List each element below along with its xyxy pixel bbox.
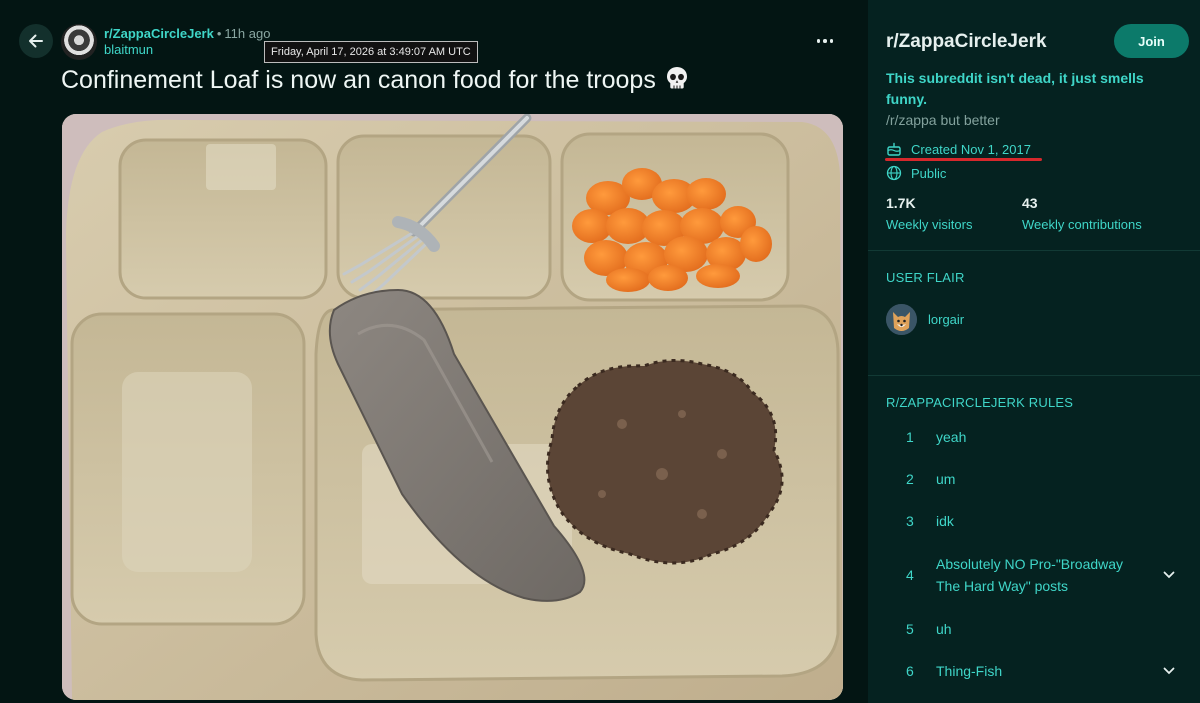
- rule-item[interactable]: 5 uh: [868, 618, 1200, 640]
- sidebar-subreddit-name[interactable]: r/ZappaCircleJerk: [886, 31, 1047, 53]
- user-flair-heading: USER FLAIR: [886, 270, 965, 285]
- rule-text: Absolutely NO Pro-"Broadway The Hard Way…: [936, 556, 1124, 594]
- cake-icon: [886, 141, 902, 157]
- subreddit-sidebar: r/ZappaCircleJerk Join This subreddit is…: [868, 0, 1200, 703]
- post-title-text: Confinement Loaf is now an canon food fo…: [61, 66, 656, 94]
- sidebar-divider: [868, 375, 1200, 376]
- rule-number: 4: [906, 567, 914, 583]
- food-tray-image: [62, 114, 843, 700]
- rule-text: idk: [936, 513, 954, 529]
- visibility-label: Public: [911, 165, 947, 181]
- post-column: r/ZappaCircleJerk • 11h ago blaitmun Frida…: [0, 0, 868, 703]
- stat-label: Weekly visitors: [886, 217, 973, 232]
- chevron-down-icon[interactable]: [1162, 664, 1176, 678]
- more-dot: [829, 39, 834, 43]
- annotation-underline: [885, 158, 1042, 161]
- rule-number: 2: [906, 471, 914, 487]
- rule-text: uh: [936, 621, 952, 637]
- rule-number: 3: [906, 513, 914, 529]
- post-meta: r/ZappaCircleJerk • 11h ago blaitmun: [104, 26, 270, 58]
- post-time[interactable]: 11h ago: [224, 26, 270, 41]
- rule-number: 1: [906, 429, 914, 445]
- meta-separator: •: [216, 26, 222, 41]
- globe-icon: [886, 165, 902, 181]
- stat-weekly-visitors: 1.7K Weekly visitors: [886, 195, 972, 232]
- back-button[interactable]: [19, 24, 53, 58]
- rule-text: Thing-Fish: [936, 663, 1003, 679]
- skull-icon: [664, 65, 690, 100]
- rule-item[interactable]: 2 um: [868, 468, 1200, 490]
- stat-weekly-contributions: 43 Weekly contributions: [1022, 195, 1142, 232]
- rule-item[interactable]: 3 idk: [868, 510, 1200, 532]
- stat-label: Weekly contributions: [1022, 217, 1142, 232]
- post-image[interactable]: [62, 114, 843, 700]
- join-button[interactable]: Join: [1114, 24, 1189, 58]
- rules-heading: R/ZAPPACIRCLEJERK RULES: [886, 395, 1074, 410]
- chevron-down-icon[interactable]: [1162, 568, 1176, 582]
- visibility-row: Public: [886, 165, 946, 181]
- created-date-row: Created Nov 1, 2017: [886, 141, 1031, 157]
- rule-item[interactable]: 1 yeah: [868, 426, 1200, 448]
- post-title: Confinement Loaf is now an canon food fo…: [61, 63, 690, 100]
- more-dot: [823, 39, 827, 43]
- rule-item[interactable]: 6 Thing-Fish: [868, 660, 1200, 682]
- subreddit-link[interactable]: r/ZappaCircleJerk: [104, 26, 214, 41]
- stat-value: 1.7K: [886, 195, 916, 211]
- sidebar-divider: [868, 250, 1200, 251]
- reddit-post-page: r/ZappaCircleJerk • 11h ago blaitmun Frida…: [0, 0, 1200, 703]
- rule-number: 5: [906, 621, 914, 637]
- timestamp-tooltip: Friday, April 17, 2026 at 3:49:07 AM UTC: [264, 41, 478, 63]
- user-flair[interactable]: lorgair: [886, 304, 964, 335]
- rule-number: 6: [906, 663, 914, 679]
- rule-text: um: [936, 471, 956, 487]
- author-link[interactable]: blaitmun: [104, 42, 270, 58]
- arrow-left-icon: [29, 34, 43, 48]
- created-date: Created Nov 1, 2017: [911, 141, 1031, 157]
- more-dot: [816, 39, 821, 43]
- subreddit-tagline: This subreddit isn't dead, it just smell…: [886, 70, 1144, 107]
- user-flair-name: lorgair: [928, 312, 965, 327]
- rule-text: yeah: [936, 429, 967, 445]
- user-avatar: [886, 304, 917, 335]
- more-options-button[interactable]: [810, 28, 840, 54]
- subreddit-avatar[interactable]: [61, 24, 97, 60]
- rule-item[interactable]: 4 Absolutely NO Pro-"Broadway The Hard W…: [868, 553, 1200, 597]
- stat-value: 43: [1022, 195, 1038, 211]
- subreddit-description: /r/zappa but better: [886, 112, 1000, 128]
